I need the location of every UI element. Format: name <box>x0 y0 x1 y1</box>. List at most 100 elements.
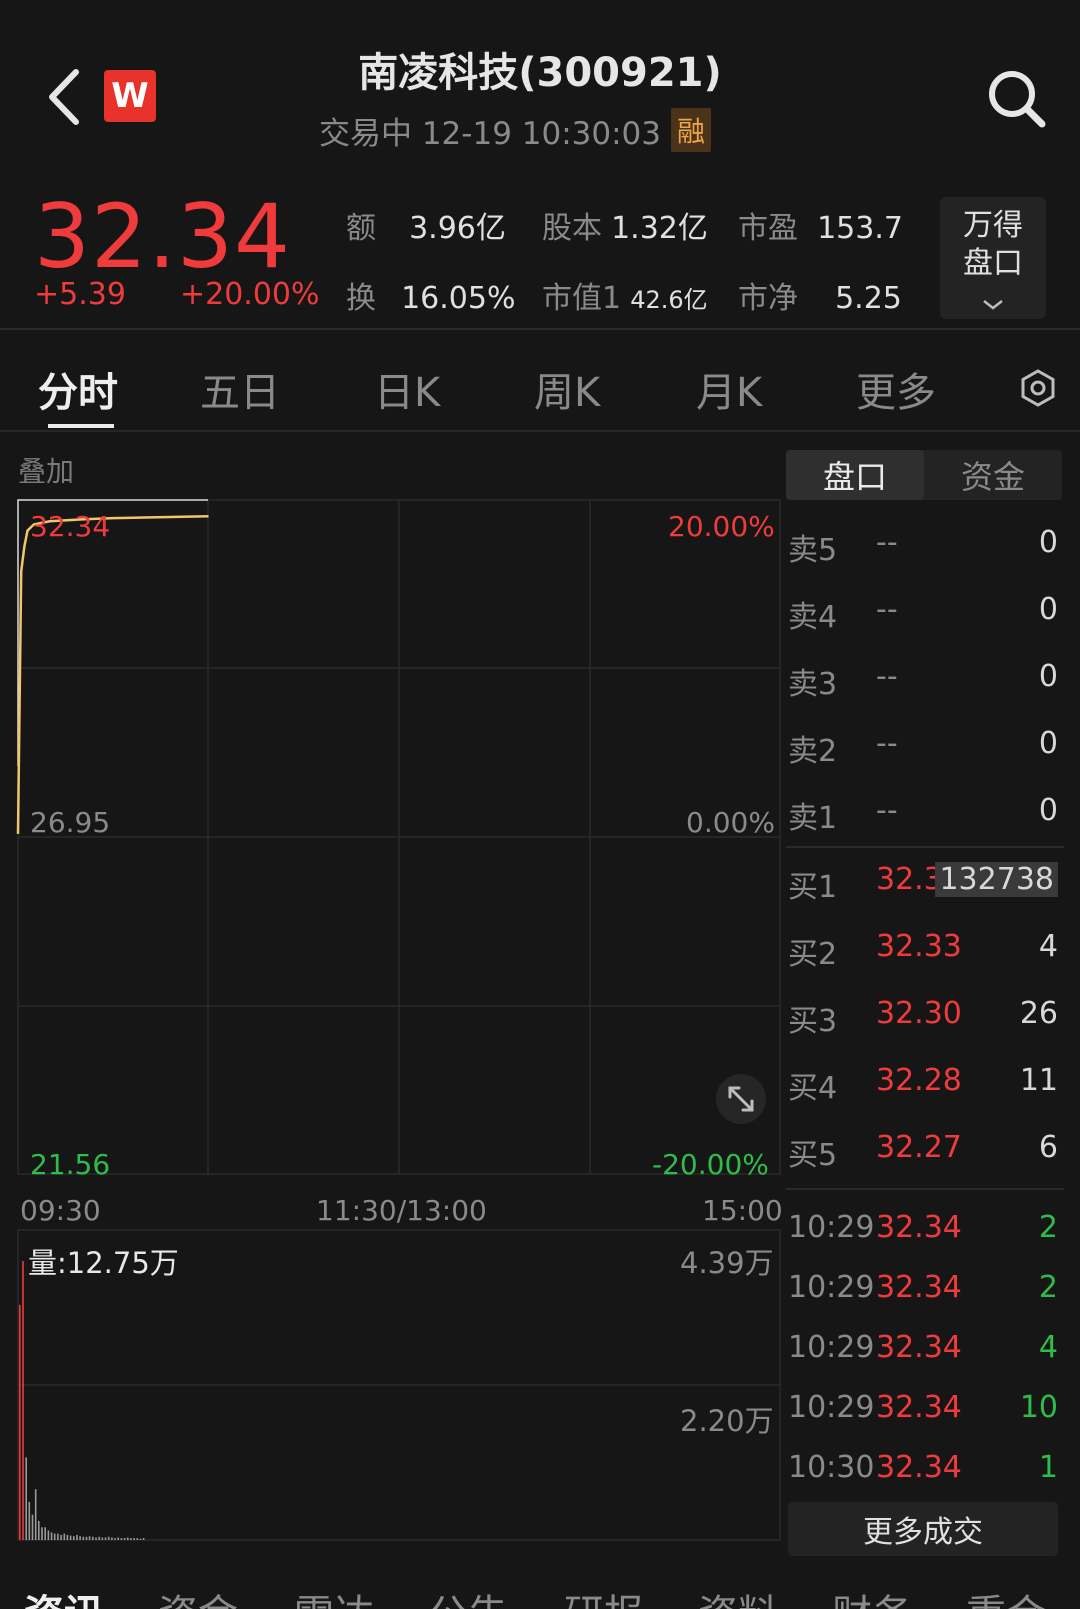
volume-bar <box>22 1261 24 1540</box>
side-tab-bar: 盘口 资金 <box>786 450 1062 500</box>
price-change: +5.39 <box>34 277 126 312</box>
volume-bar <box>25 1457 27 1540</box>
volume-bars <box>19 1261 145 1540</box>
volume-bar <box>34 1489 37 1540</box>
ask-volume: 0 <box>1038 793 1058 828</box>
tab-radar[interactable]: 雷达 <box>294 1582 374 1609</box>
tab-funds[interactable]: 资金 <box>924 450 1062 500</box>
trade-volume: 10 <box>1019 1390 1058 1425</box>
bid-label: 买3 <box>788 1004 838 1039</box>
tab-overlap[interactable]: 重合 <box>966 1582 1046 1609</box>
overlay-button[interactable]: 叠加 <box>18 450 74 490</box>
volume-bar <box>28 1501 31 1540</box>
volume-bar <box>88 1536 91 1540</box>
stat-label: 市盈 <box>738 211 798 246</box>
bottom-tab-bar: 资讯 资金 雷达 公告 研报 资料 财务 重合 <box>0 1580 1080 1609</box>
quote-panel: 32.34 +5.39 +20.00% 额 3.96亿 股本 1.32亿 市盈 … <box>0 165 1080 330</box>
tab-financials[interactable]: 财务 <box>832 1582 912 1609</box>
trade-row: 10:29 32.34 4 <box>788 1330 1058 1370</box>
trade-price: 32.34 <box>876 1390 962 1425</box>
volume-bar <box>44 1527 46 1540</box>
ask-price: -- <box>876 726 898 761</box>
page-title: 南凌科技(300921) <box>358 50 722 96</box>
tab-weekly-k[interactable]: 周K <box>534 360 600 418</box>
stat-label: 额 <box>346 211 376 246</box>
bid-price: 32.28 <box>876 1063 962 1098</box>
intraday-chart <box>16 499 781 1541</box>
ask-volume: 0 <box>1038 726 1058 761</box>
orderbook-divider <box>786 846 1064 848</box>
ask-row: 卖4 -- 0 <box>788 592 1058 635</box>
back-arrow-icon[interactable] <box>42 62 92 132</box>
trade-row: 10:29 32.34 2 <box>788 1270 1058 1310</box>
pct-mid-label: 0.00% <box>686 806 775 839</box>
tab-orderbook[interactable]: 盘口 <box>786 450 924 500</box>
stat-label: 股本 <box>542 211 602 246</box>
stat-turnover: 换 16.05% <box>346 273 515 317</box>
period-tabs: 分时 五日 日K 周K 月K 更多 <box>0 332 1080 432</box>
volume-bar <box>57 1533 59 1540</box>
tab-monthly-k[interactable]: 月K <box>696 360 762 418</box>
tab-news[interactable]: 资讯 <box>24 1582 104 1609</box>
volume-bar <box>82 1536 85 1540</box>
trade-time: 10:29 <box>788 1210 875 1245</box>
volume-bar <box>69 1535 72 1540</box>
tab-announcements[interactable]: 公告 <box>428 1582 508 1609</box>
volume-bar <box>85 1536 88 1540</box>
stat-value: 42.6亿 <box>630 286 708 314</box>
volume-bar <box>127 1537 129 1540</box>
tab-intraday[interactable]: 分时 <box>38 360 118 418</box>
time-start-label: 09:30 <box>20 1194 101 1227</box>
wande-orderbook-button[interactable]: 万得 盘口 <box>940 197 1046 319</box>
volume-bar <box>139 1538 142 1540</box>
bid-row: 买1 32.34 132738 <box>788 862 1058 905</box>
bid-volume: 4 <box>1038 929 1058 964</box>
volume-bar <box>95 1537 97 1540</box>
w-badge[interactable]: W <box>104 70 156 122</box>
chevron-down-icon <box>983 300 1003 310</box>
ask-volume: 0 <box>1038 592 1058 627</box>
volume-bar <box>104 1537 107 1540</box>
time-end-label: 15:00 <box>702 1194 783 1227</box>
stat-market-cap: 市值1 42.6亿 <box>542 273 708 317</box>
trade-time: 10:29 <box>788 1390 875 1425</box>
stat-value: 153.7 <box>817 211 903 246</box>
price-high-label: 32.34 <box>30 510 111 543</box>
stat-pe: 市盈 153.7 <box>738 203 903 247</box>
ask-price: -- <box>876 592 898 627</box>
volume-bar <box>133 1538 135 1540</box>
ask-price: -- <box>876 525 898 560</box>
stat-value: 16.05% <box>401 281 516 316</box>
search-icon[interactable] <box>986 68 1048 130</box>
ask-row: 卖3 -- 0 <box>788 659 1058 702</box>
bid-price: 32.27 <box>876 1130 962 1165</box>
tab-research[interactable]: 研报 <box>564 1582 644 1609</box>
pct-low-label: -20.00% <box>652 1148 769 1181</box>
trade-price: 32.34 <box>876 1210 962 1245</box>
volume-bar <box>73 1536 75 1540</box>
trade-row: 10:29 32.34 2 <box>788 1210 1058 1250</box>
wande-label-2: 盘口 <box>963 246 1023 281</box>
bid-price: 32.33 <box>876 929 962 964</box>
volume-bar <box>66 1534 69 1540</box>
stat-value: 5.25 <box>835 281 902 316</box>
tab-profile[interactable]: 资料 <box>698 1582 778 1609</box>
stat-share-capital: 股本 1.32亿 <box>542 203 708 247</box>
volume-bar <box>47 1530 50 1540</box>
bid-label: 买5 <box>788 1138 838 1173</box>
more-trades-button[interactable]: 更多成交 <box>788 1502 1058 1556</box>
bid-label: 买1 <box>788 870 838 905</box>
settings-hexagon-icon[interactable] <box>1018 368 1058 408</box>
tab-five-day[interactable]: 五日 <box>200 360 280 418</box>
volume-bar <box>53 1533 56 1540</box>
ask-label: 卖4 <box>788 600 838 635</box>
tab-daily-k[interactable]: 日K <box>374 360 440 418</box>
ask-volume: 0 <box>1038 659 1058 694</box>
tab-capital[interactable]: 资金 <box>158 1582 238 1609</box>
tab-more[interactable]: 更多 <box>856 360 936 418</box>
volume-bar <box>76 1534 78 1540</box>
volume-bar <box>31 1514 34 1540</box>
fullscreen-button[interactable] <box>716 1074 766 1124</box>
stat-pb: 市净 5.25 <box>738 273 902 317</box>
stat-value: 3.96亿 <box>409 211 506 246</box>
